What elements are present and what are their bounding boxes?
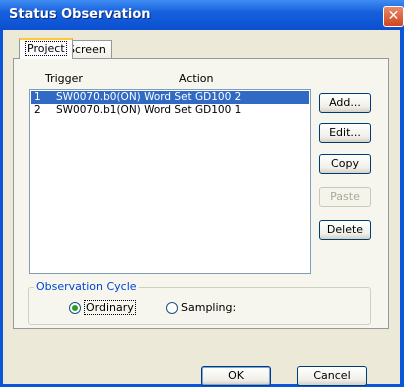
ordinary-radio[interactable]: [69, 302, 81, 314]
copy-button[interactable]: Copy: [319, 154, 371, 174]
list-item-text: SW0070.b1(ON) Word Set GD100 1: [56, 104, 242, 116]
add-button[interactable]: Add...: [319, 93, 371, 113]
observation-cycle-label: Observation Cycle: [34, 280, 139, 293]
list-item[interactable]: 2 SW0070.b1(ON) Word Set GD100 1: [31, 104, 309, 117]
title-bar[interactable]: Status Observation ✕: [0, 0, 404, 30]
observation-list[interactable]: 1 SW0070.b0(ON) Word Set GD100 2 2 SW007…: [29, 89, 311, 274]
action-column-header: Action: [179, 72, 214, 85]
list-item[interactable]: 1 SW0070.b0(ON) Word Set GD100 2: [31, 91, 309, 104]
dialog-body: Project Screen Trigger Action 1 SW0070.b…: [3, 30, 400, 386]
trigger-column-header: Trigger: [45, 72, 83, 85]
sampling-radio[interactable]: [166, 302, 178, 314]
ordinary-radio-label[interactable]: Ordinary: [84, 300, 136, 315]
cancel-button[interactable]: Cancel: [297, 366, 367, 386]
sampling-radio-label[interactable]: Sampling:: [181, 301, 236, 314]
ordinary-radio-text: Ordinary: [84, 300, 136, 315]
edit-button[interactable]: Edit...: [319, 123, 371, 143]
tab-project[interactable]: Project: [19, 38, 73, 59]
list-item-number: 1: [34, 91, 41, 103]
tab-screen-label: Screen: [68, 43, 106, 56]
observation-cycle-group: Observation Cycle Ordinary Sampling:: [28, 280, 371, 325]
window-title: Status Observation: [9, 7, 151, 22]
tab-project-label: Project: [25, 41, 67, 56]
paste-button[interactable]: Paste: [319, 187, 371, 207]
close-icon[interactable]: ✕: [383, 6, 404, 27]
list-item-number: 2: [34, 104, 41, 116]
delete-button[interactable]: Delete: [319, 220, 371, 240]
ok-button[interactable]: OK: [201, 366, 271, 386]
dialog-window: Status Observation ✕ Project Screen Trig…: [0, 0, 404, 387]
list-item-text: SW0070.b0(ON) Word Set GD100 2: [56, 91, 242, 103]
